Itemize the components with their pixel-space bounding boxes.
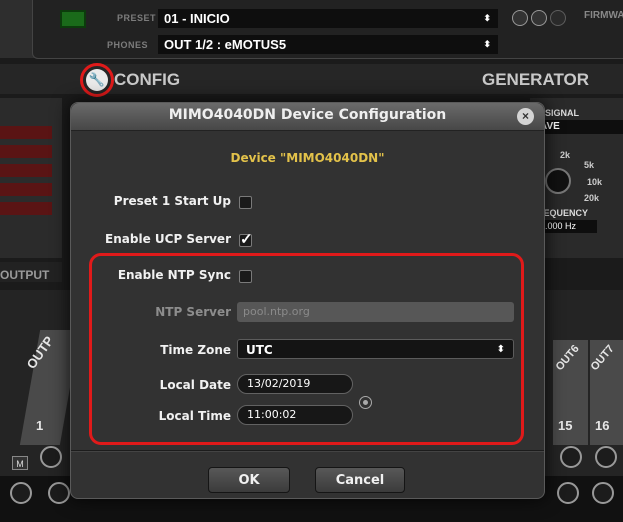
frequency-knob[interactable] [545,168,571,194]
phones-value: OUT 1/2 : eMOTUS5 [164,37,287,52]
delete-preset-icon[interactable] [550,10,566,26]
knob-tick: 10k [587,177,603,187]
bottom-round-button[interactable] [10,482,32,504]
firmware-label: FIRMWA [584,10,623,21]
channel-number: 1 [36,418,44,433]
bottom-round-button[interactable] [592,482,614,504]
meter-bar [0,145,52,158]
select-arrows-icon: ⬍ [483,39,491,49]
select-arrows-icon: ⬍ [483,13,491,23]
dialog-title: MIMO4040DN Device Configuration [168,107,447,123]
phones-label: PHONES [107,40,149,50]
wave-select[interactable]: AVE [537,120,623,134]
preset-startup-checkbox[interactable] [239,196,252,209]
preset-startup-label: Preset 1 Start Up [113,194,231,208]
phones-select[interactable]: OUT 1/2 : eMOTUS5 ⬍ [158,35,498,54]
preset-select[interactable]: 01 - INICIO ⬍ [158,9,498,28]
copy-preset-icon[interactable] [531,10,547,26]
channel-number: 15 [558,418,573,433]
ok-button[interactable]: OK [208,467,290,493]
meter-bar [0,126,52,139]
close-icon[interactable]: × [517,108,534,125]
device-name-line: Device "MIMO4040DN" [230,151,385,165]
knob-tick: 5k [584,160,595,170]
ntp-settings-highlight [89,253,524,445]
outputs-heading: OUTPUT [0,268,50,282]
channel-knob[interactable] [560,446,582,468]
preset-value: 01 - INICIO [164,11,230,26]
knob-tick: 20k [584,193,600,203]
frequency-value-field[interactable]: 1.000 Hz [537,220,597,233]
enable-ucp-label: Enable UCP Server [105,232,231,246]
dialog-separator [71,450,544,452]
meter-bar [0,164,52,177]
input-panel [0,98,62,258]
config-heading: CONFIG [114,70,181,89]
bottom-round-button[interactable] [557,482,579,504]
signal-label: SIGNAL [545,108,580,118]
status-led [60,10,86,28]
generator-heading: GENERATOR [482,70,590,89]
save-preset-icon[interactable] [512,10,528,26]
mute-button[interactable]: M [12,456,28,470]
channel-knob[interactable] [595,446,617,468]
frequency-value: 1.000 Hz [540,221,577,231]
cancel-button[interactable]: Cancel [315,467,405,493]
bottom-round-button[interactable] [48,482,70,504]
preset-label: PRESET [117,13,157,23]
wrench-highlight-ring [80,63,114,97]
meter-bar [0,202,52,215]
knob-tick: 2k [560,150,571,160]
enable-ucp-checkbox[interactable] [239,230,253,248]
meter-bar [0,183,52,196]
channel-knob[interactable] [40,446,62,468]
channel-number: 16 [595,418,610,433]
